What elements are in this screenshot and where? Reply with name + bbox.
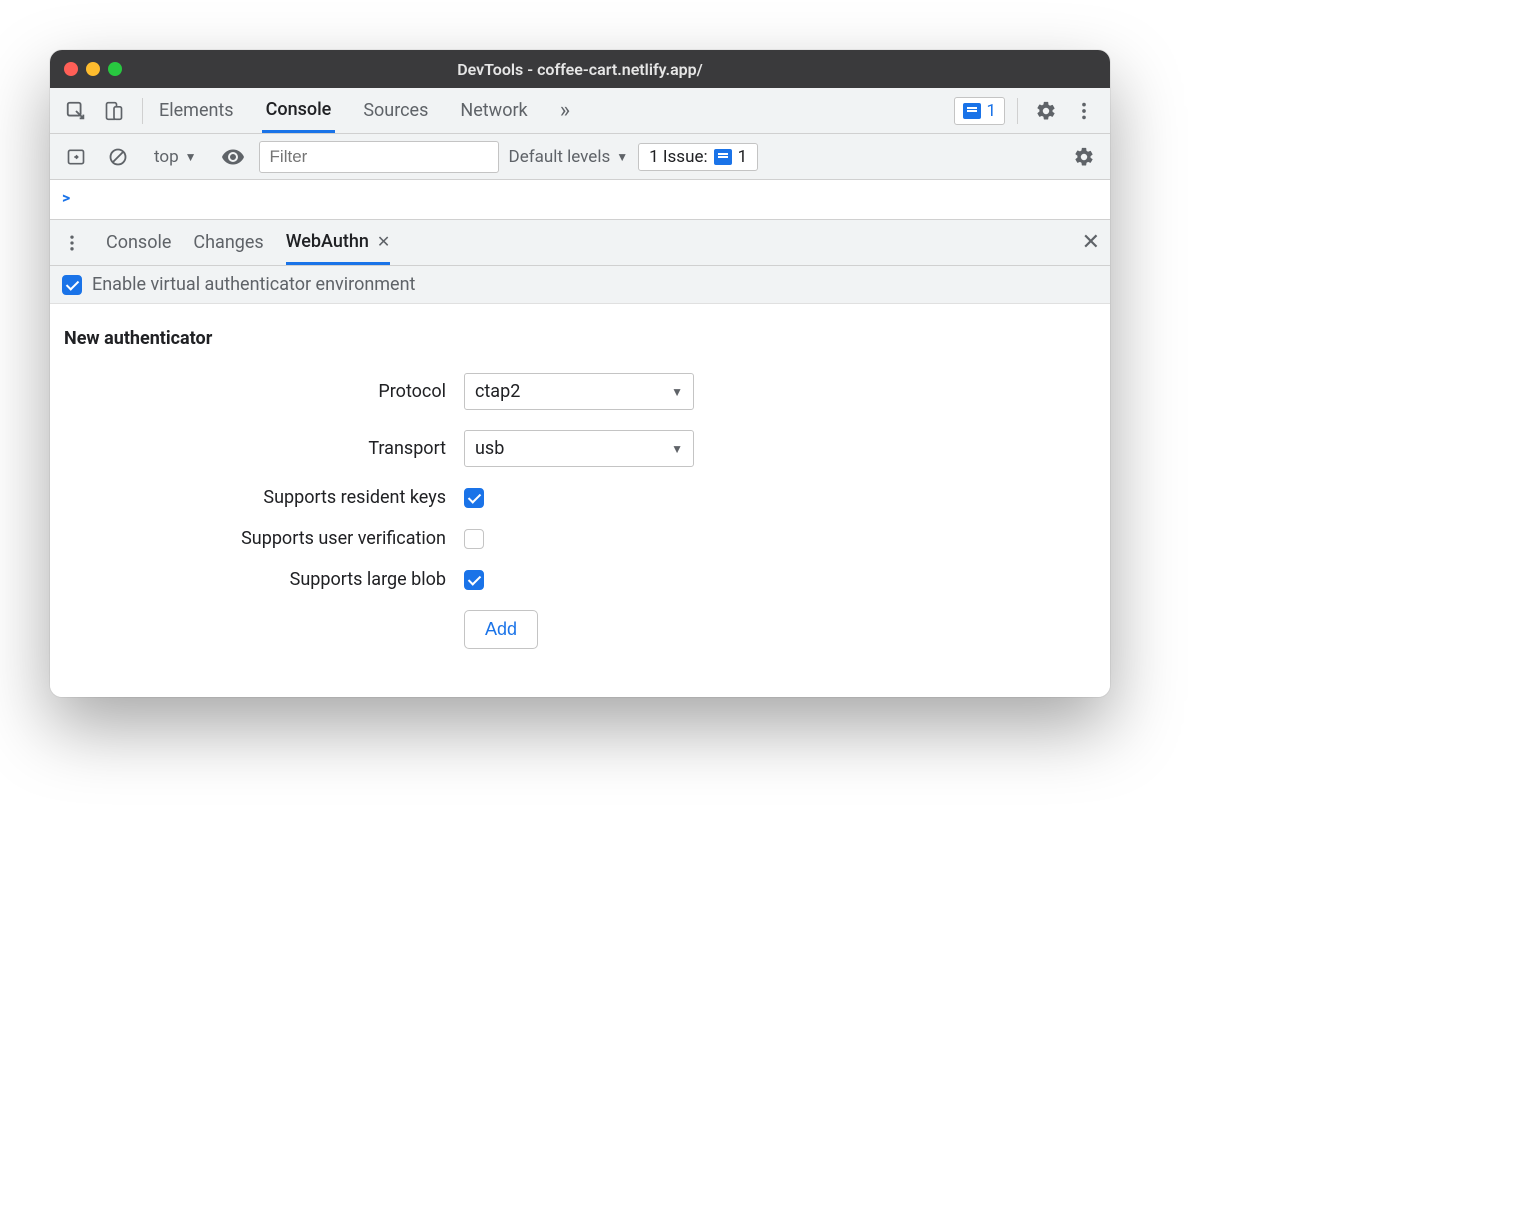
resident-keys-label: Supports resident keys	[64, 487, 464, 508]
issues-icon	[714, 149, 732, 165]
add-authenticator-button[interactable]: Add	[464, 610, 538, 649]
tab-elements[interactable]: Elements	[155, 88, 238, 133]
large-blob-label: Supports large blob	[64, 569, 464, 590]
device-toolbar-icon[interactable]	[98, 95, 130, 127]
console-sidebar-toggle-icon[interactable]	[60, 141, 92, 173]
tab-network[interactable]: Network	[456, 88, 531, 133]
main-toolbar: Elements Console Sources Network » 1	[50, 88, 1110, 134]
zoom-window-button[interactable]	[108, 62, 122, 76]
issue-label: 1 Issue:	[649, 147, 707, 167]
issue-num: 1	[738, 147, 748, 167]
drawer-tab-console[interactable]: Console	[106, 220, 171, 265]
minimize-window-button[interactable]	[86, 62, 100, 76]
levels-label: Default levels	[509, 147, 611, 167]
user-verification-row: Supports user verification	[64, 528, 1096, 549]
more-tabs-icon[interactable]: »	[556, 88, 574, 133]
separator	[1017, 98, 1018, 124]
issues-icon	[963, 103, 981, 119]
dropdown-caret-icon: ▼	[671, 385, 683, 399]
clear-console-icon[interactable]	[102, 141, 134, 173]
resident-keys-checkbox[interactable]	[464, 488, 484, 508]
form-title: New authenticator	[64, 328, 1096, 349]
new-authenticator-form: New authenticator Protocol ctap2 ▼ Trans…	[50, 304, 1110, 697]
dropdown-caret-icon: ▼	[616, 150, 628, 164]
open-issues-button[interactable]: 1	[954, 97, 1005, 125]
protocol-row: Protocol ctap2 ▼	[64, 373, 1096, 410]
add-row: Add	[64, 610, 1096, 649]
close-window-button[interactable]	[64, 62, 78, 76]
resident-keys-row: Supports resident keys	[64, 487, 1096, 508]
drawer-tab-webauthn-label: WebAuthn	[286, 231, 369, 252]
devtools-window: DevTools - coffee-cart.netlify.app/ Elem…	[50, 50, 1110, 697]
webauthn-enable-bar: Enable virtual authenticator environment	[50, 266, 1110, 304]
more-options-icon[interactable]	[1068, 95, 1100, 127]
close-tab-icon[interactable]: ✕	[377, 232, 390, 251]
console-issues-button[interactable]: 1 Issue: 1	[638, 143, 758, 171]
context-selector[interactable]: top ▼	[154, 147, 197, 167]
transport-select[interactable]: usb ▼	[464, 430, 694, 467]
context-label: top	[154, 147, 179, 167]
dropdown-caret-icon: ▼	[185, 150, 197, 164]
main-tabs: Elements Console Sources Network »	[155, 88, 574, 133]
traffic-lights	[64, 62, 122, 76]
enable-label: Enable virtual authenticator environment	[92, 274, 415, 295]
large-blob-row: Supports large blob	[64, 569, 1096, 590]
transport-value: usb	[475, 438, 504, 459]
transport-row: Transport usb ▼	[64, 430, 1096, 467]
dropdown-caret-icon: ▼	[671, 442, 683, 456]
console-body[interactable]: >	[50, 180, 1110, 220]
protocol-label: Protocol	[64, 381, 464, 402]
console-filter-input[interactable]	[259, 141, 499, 173]
titlebar: DevTools - coffee-cart.netlify.app/	[50, 50, 1110, 88]
separator	[142, 98, 143, 124]
tab-console[interactable]: Console	[262, 88, 336, 133]
protocol-select[interactable]: ctap2 ▼	[464, 373, 694, 410]
drawer-close-icon[interactable]: ✕	[1082, 230, 1100, 255]
console-toolbar: top ▼ Default levels ▼ 1 Issue: 1	[50, 134, 1110, 180]
drawer-more-icon[interactable]	[60, 227, 84, 259]
inspect-element-icon[interactable]	[60, 95, 92, 127]
enable-virtual-authenticator-checkbox[interactable]	[62, 275, 82, 295]
transport-label: Transport	[64, 438, 464, 459]
drawer-tabs: Console Changes WebAuthn ✕ ✕	[50, 220, 1110, 266]
protocol-value: ctap2	[475, 381, 520, 402]
live-expression-icon[interactable]	[217, 141, 249, 173]
log-levels-selector[interactable]: Default levels ▼	[509, 147, 629, 167]
user-verification-label: Supports user verification	[64, 528, 464, 549]
console-settings-icon[interactable]	[1068, 141, 1100, 173]
settings-icon[interactable]	[1030, 95, 1062, 127]
window-title: DevTools - coffee-cart.netlify.app/	[50, 60, 1110, 79]
drawer-tab-webauthn[interactable]: WebAuthn ✕	[286, 220, 391, 265]
drawer-tab-changes[interactable]: Changes	[193, 220, 263, 265]
large-blob-checkbox[interactable]	[464, 570, 484, 590]
issues-count: 1	[986, 101, 996, 121]
tab-sources[interactable]: Sources	[359, 88, 432, 133]
console-prompt-icon: >	[62, 188, 70, 207]
user-verification-checkbox[interactable]	[464, 529, 484, 549]
